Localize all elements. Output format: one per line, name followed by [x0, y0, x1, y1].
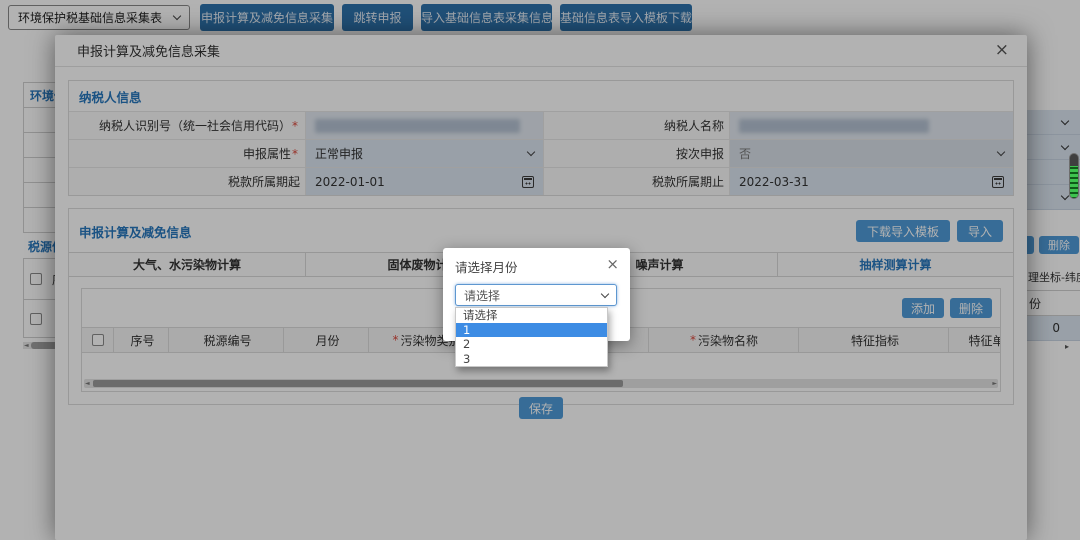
page-vertical-scrollbar-thumb[interactable]	[1069, 153, 1079, 199]
month-options-list: 请选择 1 2 3	[455, 307, 608, 367]
month-option-1[interactable]: 1	[456, 323, 607, 338]
dialog-close-icon[interactable]: ×	[606, 257, 619, 272]
month-option-2[interactable]: 2	[456, 337, 607, 352]
month-select[interactable]: 请选择	[455, 284, 617, 306]
month-select-value: 请选择	[464, 287, 500, 304]
month-option-placeholder[interactable]: 请选择	[456, 308, 607, 323]
month-option-3[interactable]: 3	[456, 352, 607, 367]
month-dialog-title: 请选择月份	[455, 257, 518, 276]
page-root: 环境保护税基础信息采集表 申报计算及减免信息采集 跳转申报 导入基础信息表采集信…	[0, 0, 1080, 540]
chevron-down-icon	[601, 289, 609, 297]
